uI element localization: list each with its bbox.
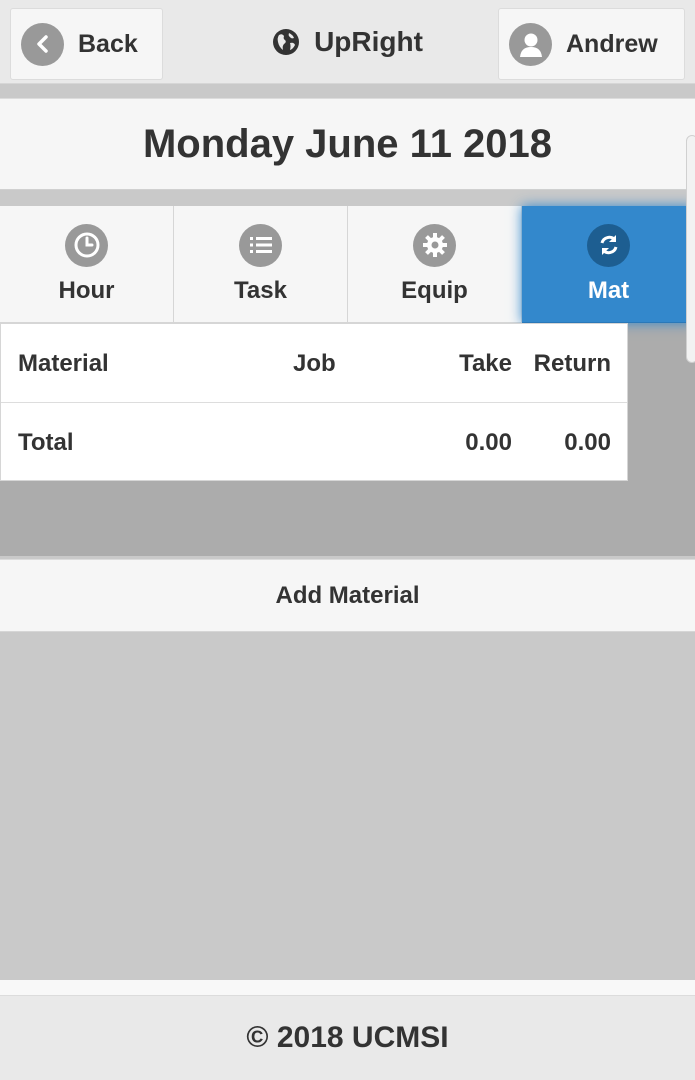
back-button-label: Back (78, 29, 138, 58)
scroll-indicator[interactable] (686, 135, 695, 363)
date-header: Monday June 11 2018 (0, 98, 695, 190)
tab-task[interactable]: Task (174, 206, 348, 323)
tab-bar: Hour Task Equip Mat (0, 206, 695, 323)
materials-table: Material Job Take Return Total 0.00 0.00 (0, 323, 628, 481)
date-label: Monday June 11 2018 (142, 121, 553, 166)
tab-mat[interactable]: Mat (522, 206, 695, 323)
panel-top-spacer (0, 190, 695, 206)
header-material: Material (18, 349, 109, 377)
clock-icon (65, 223, 108, 267)
tab-task-label: Task (234, 276, 287, 304)
footer: © 2018 UCMSI (0, 995, 695, 1080)
chevron-left-icon (21, 22, 64, 66)
tab-hour-label: Hour (58, 276, 115, 304)
user-name: Andrew (566, 29, 658, 58)
table-total-row: Total 0.00 0.00 (1, 403, 627, 482)
add-material-label: Add Material (275, 581, 420, 609)
app-title-label: UpRight (314, 26, 423, 57)
table-header-row: Material Job Take Return (1, 324, 627, 403)
header-job: Job (293, 349, 336, 377)
tab-mat-label: Mat (587, 276, 630, 304)
list-icon (239, 223, 282, 267)
footer-divider (0, 980, 695, 995)
app-header: Back UpRight Andrew (0, 0, 695, 84)
globe-icon (273, 29, 300, 55)
user-icon (509, 22, 552, 66)
total-return: 0.00 (564, 428, 611, 456)
tab-hour[interactable]: Hour (0, 206, 174, 323)
header-return: Return (533, 349, 611, 377)
refresh-icon (587, 223, 630, 267)
footer-text: © 2018 UCMSI (246, 1021, 449, 1054)
gear-icon (413, 223, 456, 267)
user-button[interactable]: Andrew (498, 8, 685, 80)
header-divider (0, 84, 695, 98)
add-material-button[interactable]: Add Material (0, 559, 695, 632)
tab-equip[interactable]: Equip (348, 206, 522, 323)
total-label: Total (18, 428, 74, 456)
tab-equip-label: Equip (401, 276, 468, 304)
header-take: Take (459, 349, 512, 377)
app-title: UpRight (230, 0, 465, 84)
total-take: 0.00 (465, 428, 512, 456)
back-button[interactable]: Back (10, 8, 163, 80)
